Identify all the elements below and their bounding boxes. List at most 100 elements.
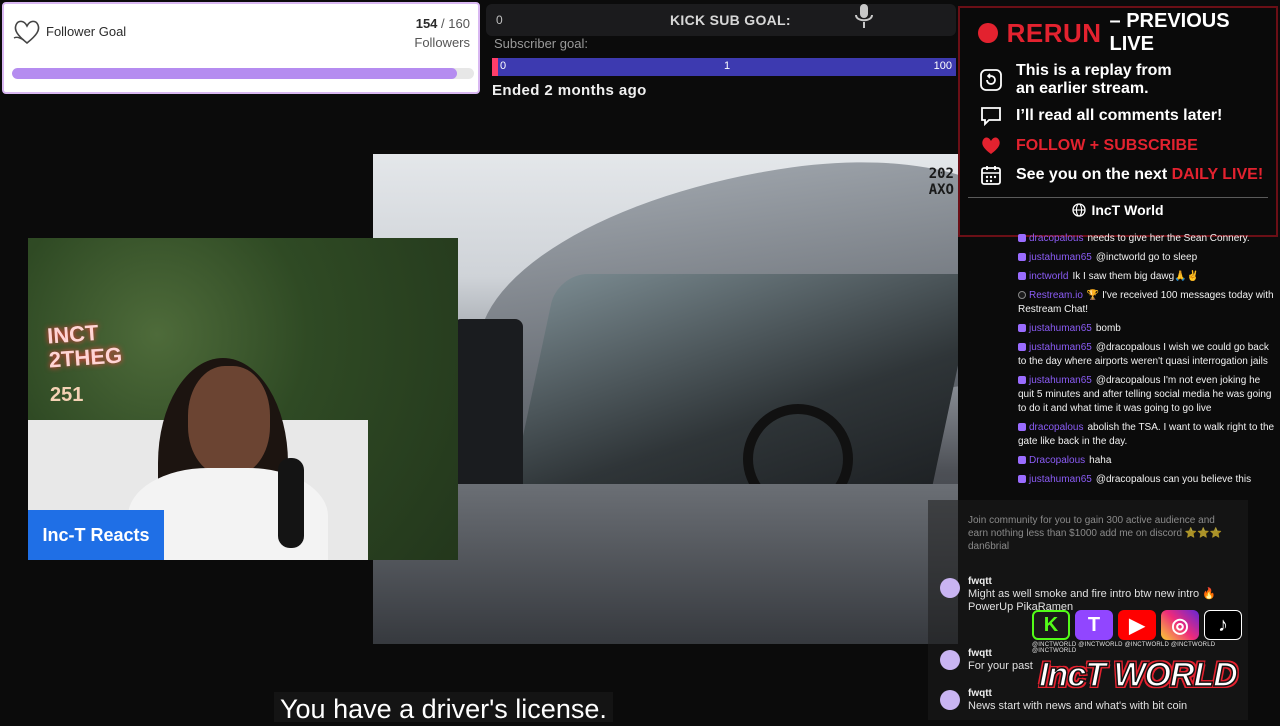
chat-message: justahuman65 @inctworld go to sleep bbox=[1014, 251, 1278, 265]
chat-username: inctworld bbox=[1029, 271, 1069, 282]
rerun-row-replay: This is a replay from an earlier stream. bbox=[980, 62, 1172, 98]
calendar-icon bbox=[981, 166, 1001, 185]
kick-goal-subtitle: Subscriber goal: bbox=[494, 36, 588, 51]
car-window bbox=[508, 274, 958, 504]
rerun-word: RERUN bbox=[1006, 17, 1102, 48]
car-door bbox=[373, 484, 958, 644]
kick-sub-goal-widget: 0 KICK SUB GOAL: Subscriber goal: 0 1 10… bbox=[486, 0, 956, 100]
rerun-footer-label: IncT World bbox=[1091, 202, 1164, 218]
chat-username: justahuman65 bbox=[1029, 342, 1092, 353]
kick-goal-bar-end: 100 bbox=[933, 60, 952, 72]
avatar bbox=[940, 650, 960, 670]
chat-badge-icon bbox=[1018, 272, 1026, 281]
chat-badge-icon bbox=[1018, 456, 1026, 465]
rerun-line4-prefix: See you on the next bbox=[1016, 166, 1172, 183]
chat-text: bomb bbox=[1095, 323, 1121, 334]
neon-sign: INCT 2THEG bbox=[46, 319, 123, 372]
chat-text: needs to give her the Sean Connery. bbox=[1087, 233, 1250, 244]
car-mirror bbox=[453, 319, 523, 499]
chat-overlay: dracopalous needs to give her the Sean Co… bbox=[1014, 232, 1278, 500]
chat-username: justahuman65 bbox=[1029, 375, 1092, 386]
rerun-line2: I’ll read all comments later! bbox=[1016, 107, 1223, 124]
kick-goal-bar-marker bbox=[492, 58, 498, 76]
rerun-line1b: an earlier stream. bbox=[1016, 80, 1149, 97]
follower-goal-count: 154 / 160 Followers bbox=[414, 14, 470, 52]
avatar bbox=[940, 690, 960, 710]
neon-line2: 2THEG bbox=[48, 342, 123, 373]
follower-goal-progress-fill bbox=[12, 68, 457, 79]
chat-message: justahuman65 @dracopalous I wish we could… bbox=[1014, 341, 1278, 369]
streamer-face bbox=[188, 366, 270, 476]
chat-badge-icon bbox=[1018, 343, 1026, 352]
chat-message: Restream.io 🏆 I've received 100 messages … bbox=[1014, 289, 1278, 317]
tiktok-icon: ♪ bbox=[1204, 610, 1242, 640]
restream-icon bbox=[1018, 291, 1026, 300]
kick-goal-ended-text: Ended 2 months ago bbox=[492, 82, 647, 99]
kick-goal-title: KICK SUB GOAL: bbox=[670, 12, 791, 28]
follower-goal-title: Follower Goal bbox=[46, 24, 127, 39]
chat-badge-icon bbox=[1018, 423, 1026, 432]
main-video: 202 AXO bbox=[373, 154, 958, 644]
follower-goal-current: 154 bbox=[415, 16, 438, 31]
kick-goal-header: 0 KICK SUB GOAL: bbox=[486, 4, 956, 36]
microphone-icon bbox=[855, 4, 873, 28]
rerun-header: RERUN – PREVIOUS LIVE bbox=[978, 10, 1276, 55]
follower-goal-separator: / bbox=[441, 16, 445, 31]
chat-text: @inctworld go to sleep bbox=[1095, 252, 1198, 263]
video-timestamp: 202 AXO bbox=[929, 166, 954, 198]
video-chat-blurred-message: Join community for you to gain 300 activ… bbox=[968, 515, 1223, 552]
rerun-line4-highlight: DAILY LIVE! bbox=[1171, 166, 1264, 183]
rerun-row-comments: I’ll read all comments later! bbox=[980, 105, 1222, 127]
instagram-icon: ◎ bbox=[1161, 610, 1199, 640]
chat-message: dracopalous needs to give her the Sean Co… bbox=[1014, 232, 1278, 246]
chat-badge-icon bbox=[1018, 475, 1026, 484]
chat-username: dracopalous bbox=[1029, 422, 1084, 433]
follower-goal-target: 160 bbox=[448, 16, 470, 31]
chat-message: dracopalous abolish the TSA. I want to wa… bbox=[1014, 421, 1278, 449]
chat-username: justahuman65 bbox=[1029, 323, 1092, 334]
video-chat-text: News start with news and what's with bit… bbox=[968, 700, 1188, 712]
neon-sign-number: 251 bbox=[50, 384, 84, 406]
chat-username: Restream.io bbox=[1029, 290, 1083, 301]
chat-badge-icon bbox=[1018, 324, 1026, 333]
inct-world-logo: IncT WORLD bbox=[1038, 655, 1238, 695]
chat-text: haha bbox=[1089, 455, 1112, 466]
rerun-footer: IncT World bbox=[968, 197, 1268, 222]
chat-username: justahuman65 bbox=[1029, 252, 1092, 263]
rerun-panel: RERUN – PREVIOUS LIVE This is a replay f… bbox=[958, 6, 1278, 237]
heart-hands-icon bbox=[13, 20, 40, 45]
chat-bubble-icon bbox=[981, 107, 1001, 127]
rerun-row-follow: FOLLOW + SUBSCRIBE bbox=[980, 135, 1198, 157]
video-chat-username: fwqtt bbox=[968, 648, 992, 659]
avatar bbox=[940, 578, 960, 598]
kick-goal-bar-mid: 1 bbox=[724, 60, 731, 72]
chat-username: justahuman65 bbox=[1029, 474, 1092, 485]
video-caption: You have a driver's license. bbox=[274, 692, 613, 724]
kick-icon: K bbox=[1032, 610, 1070, 640]
chat-badge-icon bbox=[1018, 376, 1026, 385]
chat-message: inctworld Ik I saw them big dawg🙏✌️ bbox=[1014, 270, 1278, 284]
chat-text: @dracopalous can you believe this bbox=[1095, 474, 1252, 485]
chat-username: dracopalous bbox=[1029, 233, 1084, 244]
kick-goal-bar-start: 0 bbox=[500, 60, 507, 72]
video-chat-username: fwqtt bbox=[968, 576, 992, 587]
video-stamp-line1: 202 bbox=[928, 166, 954, 182]
rerun-subtitle: – PREVIOUS LIVE bbox=[1109, 10, 1230, 55]
youtube-icon: ▶ bbox=[1118, 610, 1156, 640]
rerun-row-schedule: See you on the next DAILY LIVE! bbox=[980, 164, 1263, 186]
record-dot-icon bbox=[978, 23, 998, 43]
chat-badge-icon bbox=[1018, 234, 1026, 243]
video-stamp-line2: AXO bbox=[928, 182, 954, 198]
follower-goal-widget: Follower Goal 154 / 160 Followers bbox=[2, 2, 480, 94]
chat-message: justahuman65 bomb bbox=[1014, 322, 1278, 336]
chat-badge-icon bbox=[1018, 253, 1026, 262]
video-chat-username: fwqtt bbox=[968, 688, 992, 699]
kick-goal-bar: 0 1 100 bbox=[492, 58, 956, 76]
globe-icon bbox=[1072, 203, 1087, 217]
heart-icon bbox=[982, 137, 1000, 154]
follower-goal-progress-bar bbox=[12, 68, 474, 79]
chat-text: Ik I saw them big dawg🙏✌️ bbox=[1072, 271, 1200, 282]
chat-message: justahuman65 @dracopalous can you believe… bbox=[1014, 473, 1278, 487]
webcam-label: Inc-T Reacts bbox=[28, 510, 164, 560]
social-icons: K T ▶ ◎ ♪ bbox=[1032, 610, 1244, 646]
